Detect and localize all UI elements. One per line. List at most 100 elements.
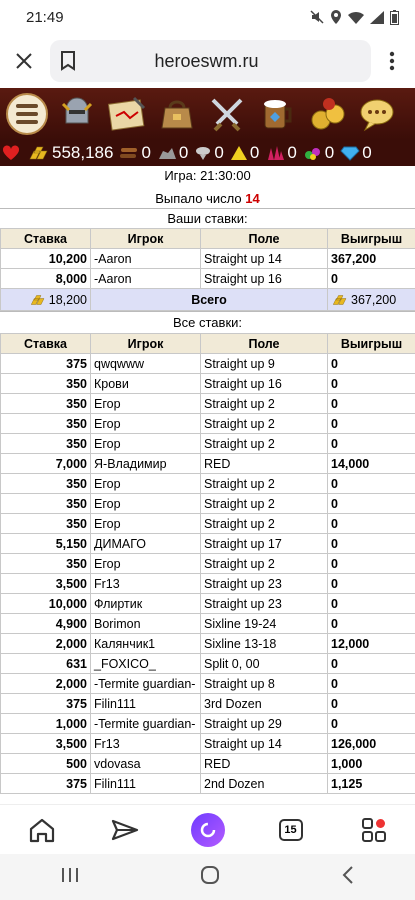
player-link[interactable]: Егор: [90, 413, 201, 434]
sulfur-icon: [230, 146, 247, 160]
player-link[interactable]: Borimon: [90, 613, 201, 634]
diamond-icon: [340, 146, 360, 161]
url-text[interactable]: heroeswm.ru: [76, 51, 361, 72]
table-row: 4,900 Borimon Sixline 19-24 0: [0, 613, 415, 634]
table-row: 350 Егор Straight up 20: [0, 493, 415, 514]
player-link[interactable]: -Aaron: [90, 268, 201, 289]
battles-icon: [211, 98, 243, 132]
header-win: Выигрыш: [327, 228, 415, 249]
player-link[interactable]: Егор: [90, 393, 201, 414]
table-row: 5,150 ДИМАГО Straight up 17 0: [0, 533, 415, 554]
table-row: 375 qwqwww Straight up 90: [0, 353, 415, 374]
nav-map-button[interactable]: [104, 91, 150, 137]
win-cell: 0: [327, 653, 415, 674]
sulfur-value: 0: [249, 143, 260, 162]
send-button[interactable]: [105, 810, 145, 850]
nav-roulette-button[interactable]: [304, 91, 350, 137]
player-link[interactable]: Fr13: [90, 573, 201, 594]
player-link[interactable]: Filin111: [90, 693, 201, 714]
resource-crystal: 0: [265, 143, 297, 163]
resource-health: [2, 145, 22, 161]
field-cell: Straight up 8: [200, 673, 328, 694]
winning-number-label: Выпало число: [155, 191, 242, 206]
field-cell: Straight up 29: [200, 713, 328, 734]
all-bets-title: Все ставки:: [0, 311, 415, 333]
home-system-button[interactable]: [200, 865, 220, 890]
nav-inventory-button[interactable]: [154, 91, 200, 137]
back-button[interactable]: [341, 865, 355, 890]
table-row: 350 Крови Straight up 16 0: [0, 373, 415, 394]
player-link[interactable]: Егор: [90, 553, 201, 574]
nav-chat-button[interactable]: [354, 91, 400, 137]
player-link[interactable]: ДИМАГО: [90, 533, 201, 554]
player-link[interactable]: Флиртик: [90, 593, 201, 614]
close-tab-button[interactable]: [10, 47, 38, 75]
field-cell: 3rd Dozen: [200, 693, 328, 714]
bet-cell: 350: [0, 513, 91, 534]
player-link[interactable]: -Aaron: [90, 248, 201, 269]
services-button[interactable]: [354, 810, 394, 850]
address-bar[interactable]: heroeswm.ru: [50, 40, 371, 82]
ore-value: 0: [178, 143, 189, 162]
resource-sulfur: 0: [230, 143, 259, 163]
wifi-icon: [348, 11, 364, 24]
player-link[interactable]: -Termite guardian-: [90, 713, 201, 734]
back-icon: [342, 865, 353, 884]
table-row: 350 Егор Straight up 20: [0, 413, 415, 434]
inventory-icon: [161, 100, 193, 129]
player-link[interactable]: Егор: [90, 433, 201, 454]
total-bet: 18,200: [48, 292, 87, 307]
bet-cell: 350: [0, 493, 91, 514]
resource-mercury: 0: [194, 143, 224, 163]
field-cell: Straight up 14: [200, 248, 328, 269]
player-link[interactable]: _FOXICO_: [90, 653, 201, 674]
your-bets-total: 18,200 Всего 367,200: [0, 288, 415, 311]
player-link[interactable]: Калянчик1: [90, 633, 201, 654]
mercury-icon: [196, 147, 211, 160]
field-cell: RED: [200, 753, 328, 774]
bet-cell: 350: [0, 553, 91, 574]
field-cell: Straight up 16: [200, 373, 328, 394]
player-link[interactable]: Я-Владимир: [90, 453, 201, 474]
player-link[interactable]: Filin111: [90, 773, 201, 794]
win-cell: 14,000: [327, 453, 415, 474]
nav-battles-button[interactable]: [204, 91, 250, 137]
recents-button[interactable]: [60, 866, 80, 889]
mute-icon: [310, 10, 324, 24]
browser-menu-button[interactable]: [379, 51, 405, 71]
home-button[interactable]: [22, 810, 62, 850]
browser-bottom-nav: 15: [0, 804, 415, 854]
menu-button[interactable]: [4, 91, 50, 137]
bookmark-icon[interactable]: [60, 51, 76, 71]
header-player: Игрок: [90, 333, 201, 354]
ore-icon: [158, 148, 176, 159]
roulette-results: Игра: 21:30:00 Выпало число 14 Ваши став…: [0, 166, 415, 804]
header-player: Игрок: [90, 228, 201, 249]
field-cell: Straight up 2: [200, 433, 328, 454]
table-row: 10,000 Флиртик Straight up 23 0: [0, 593, 415, 614]
player-link[interactable]: Fr13: [90, 733, 201, 754]
field-cell: Straight up 2: [200, 553, 328, 574]
player-link[interactable]: Егор: [90, 513, 201, 534]
winning-number-line: Выпало число 14: [0, 186, 415, 208]
table-row: 8,000 -Aaron Straight up 16 0: [0, 268, 415, 289]
field-cell: Split 0, 00: [200, 653, 328, 674]
nav-hero-button[interactable]: [54, 91, 100, 137]
player-link[interactable]: Егор: [90, 473, 201, 494]
roulette-icon: [311, 98, 345, 130]
header-bet: Ставка: [0, 228, 91, 249]
nav-tavern-button[interactable]: [254, 91, 300, 137]
player-link[interactable]: Егор: [90, 493, 201, 514]
field-cell: Sixline 19-24: [200, 613, 328, 634]
alice-button[interactable]: [188, 810, 228, 850]
home-icon: [29, 818, 54, 842]
game-nav: [0, 88, 415, 140]
player-link[interactable]: Крови: [90, 373, 201, 394]
bet-cell: 8,000: [0, 268, 91, 289]
your-bets-header: Ставка Игрок Поле Выигрыш: [0, 228, 415, 249]
table-row: 350 Егор Straight up 20: [0, 473, 415, 494]
player-link[interactable]: qwqwww: [90, 353, 201, 374]
player-link[interactable]: -Termite guardian-: [90, 673, 201, 694]
tabs-button[interactable]: 15: [271, 810, 311, 850]
player-link[interactable]: vdovasa: [90, 753, 201, 774]
